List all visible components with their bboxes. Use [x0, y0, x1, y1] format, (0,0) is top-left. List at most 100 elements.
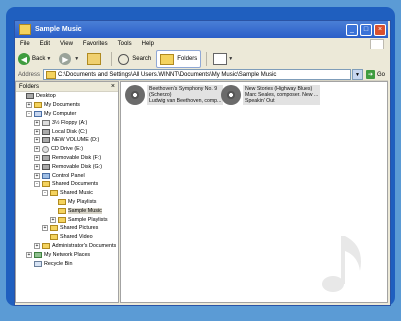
close-icon[interactable]: ×	[111, 83, 115, 90]
search-label: Search	[132, 56, 152, 62]
tree-item-icon	[42, 172, 50, 179]
toolbar-separator	[206, 52, 208, 66]
address-dropdown-button[interactable]: ▼	[351, 69, 363, 80]
tree-item[interactable]: Sample Music	[16, 206, 118, 215]
music-file-icon	[125, 85, 145, 105]
address-bar: Address C:\Documents and Settings\All Us…	[15, 69, 388, 81]
tree-item-icon	[34, 260, 42, 267]
expand-icon[interactable]: +	[26, 251, 32, 258]
tree-item-label: Removable Disk (F:)	[52, 154, 102, 161]
go-label: Go	[376, 71, 385, 78]
tree-item[interactable]: + Local Disk (C:)	[16, 127, 118, 136]
tree-item[interactable]: + My Documents	[16, 101, 118, 110]
tree-item-icon	[42, 137, 50, 144]
expand-icon[interactable]: +	[34, 119, 40, 126]
menu-favorites[interactable]: Favorites	[78, 41, 113, 47]
tree-item-label: Sample Music	[68, 207, 102, 214]
tree-item[interactable]: + Administrator's Documents	[16, 242, 118, 251]
tree-item-label: Control Panel	[52, 172, 85, 179]
tree-item[interactable]: My Playlists	[16, 198, 118, 207]
tree-item[interactable]: + Control Panel	[16, 171, 118, 180]
views-button[interactable]: ▼	[210, 51, 236, 67]
address-label: Address	[18, 71, 41, 78]
tree-item-icon	[34, 102, 42, 109]
go-button[interactable]: ➔ Go	[365, 70, 385, 79]
menu-edit[interactable]: Edit	[35, 41, 55, 47]
folders-pane: Folders × Desktop + My Documents - My Comput…	[15, 81, 119, 303]
file-item-beethoven[interactable]: Beethoven's Symphony No. 9 (Scherzo) Lud…	[125, 85, 224, 107]
expand-icon[interactable]: +	[34, 172, 40, 179]
tree-item[interactable]: + CD Drive (E:)	[16, 145, 118, 154]
tree-item-icon	[34, 251, 42, 258]
collapse-icon[interactable]: -	[26, 110, 32, 117]
file-artist: Speakin' Out	[245, 98, 275, 104]
tree-item[interactable]: + Removable Disk (F:)	[16, 154, 118, 163]
tree-item-icon	[42, 163, 50, 170]
tree-item[interactable]: Desktop	[16, 92, 118, 101]
collapse-icon[interactable]: -	[34, 181, 40, 188]
tree-item-icon	[42, 145, 49, 153]
tree-item-icon	[58, 207, 66, 214]
file-item-new-stories[interactable]: New Stories (Highway Blues) Marc Seales,…	[221, 85, 321, 107]
collapse-icon[interactable]: -	[42, 190, 48, 197]
tree-item-icon	[42, 154, 50, 161]
chevron-down-icon[interactable]: ▼	[46, 56, 51, 62]
up-button[interactable]	[84, 51, 106, 67]
title-bar[interactable]: Sample Music _ □ ×	[15, 21, 388, 38]
file-artist: Ludwig van Beethoven, comp...	[149, 98, 222, 104]
tree-item[interactable]: + Removable Disk (G:)	[16, 162, 118, 171]
tree-item-icon	[50, 225, 58, 232]
tree-item[interactable]: +3½ Floppy (A:)	[16, 118, 118, 127]
address-input[interactable]: C:\Documents and Settings\All Users.WINN…	[43, 69, 351, 80]
tree-item[interactable]: Shared Video	[16, 233, 118, 242]
close-button[interactable]: ×	[374, 23, 386, 36]
menu-view[interactable]: View	[55, 41, 78, 47]
forward-button[interactable]: ▶ ▼	[56, 51, 82, 67]
tree-item-label: 3½ Floppy (A:)	[52, 119, 88, 126]
menu-tools[interactable]: Tools	[113, 41, 137, 47]
toolbar: ◀ Back ▼ ▶ ▼ Search Folders ▼	[15, 49, 388, 70]
file-info: Beethoven's Symphony No. 9 (Scherzo) Lud…	[147, 85, 224, 105]
tree-item-label: Local Disk (C:)	[52, 128, 88, 135]
tree-item-label: Shared Pictures	[60, 225, 99, 232]
minimize-button[interactable]: _	[346, 23, 358, 36]
expand-icon[interactable]: +	[34, 242, 40, 249]
chevron-down-icon[interactable]: ▼	[228, 56, 233, 62]
tree-item[interactable]: Recycle Bin	[16, 259, 118, 268]
search-button[interactable]: Search	[115, 51, 154, 67]
address-value: C:\Documents and Settings\All Users.WINN…	[58, 71, 277, 78]
expand-icon[interactable]: +	[34, 128, 40, 135]
expand-icon[interactable]: +	[50, 216, 56, 223]
menu-file[interactable]: File	[15, 41, 35, 47]
expand-icon[interactable]: +	[34, 137, 40, 144]
tree-item-icon	[34, 110, 42, 117]
tree-item[interactable]: + NEW VOLUME (D:)	[16, 136, 118, 145]
tree-item-icon	[58, 216, 66, 223]
go-arrow-icon: ➔	[365, 70, 375, 79]
expand-icon[interactable]: +	[42, 225, 48, 232]
tree-item[interactable]: - My Computer	[16, 110, 118, 119]
tree-item[interactable]: + Shared Pictures	[16, 224, 118, 233]
forward-arrow-icon: ▶	[59, 53, 72, 65]
expand-icon[interactable]: +	[26, 102, 32, 109]
folders-button[interactable]: Folders	[156, 50, 202, 68]
music-file-icon	[221, 85, 241, 105]
tree-item-label: CD Drive (E:)	[51, 146, 84, 153]
back-arrow-icon: ◀	[18, 53, 30, 65]
expand-icon[interactable]: +	[34, 163, 40, 170]
back-button[interactable]: ◀ Back ▼	[15, 51, 54, 67]
chevron-down-icon[interactable]: ▼	[74, 56, 79, 62]
folder-tree: Desktop + My Documents - My Computer +3½ Flop…	[16, 92, 118, 268]
search-icon	[118, 53, 130, 65]
tree-item-label: My Computer	[44, 110, 77, 117]
menu-help[interactable]: Help	[137, 41, 159, 47]
maximize-button[interactable]: □	[360, 23, 372, 36]
tree-item[interactable]: + Sample Playlists	[16, 215, 118, 224]
expand-icon[interactable]: +	[34, 146, 40, 153]
tree-item-label: My Playlists	[68, 198, 97, 205]
tree-item[interactable]: - Shared Documents	[16, 180, 118, 189]
tree-item[interactable]: - Shared Music	[16, 189, 118, 198]
tree-item-label: Recycle Bin	[44, 260, 73, 267]
expand-icon[interactable]: +	[34, 154, 40, 161]
tree-item[interactable]: + My Network Places	[16, 250, 118, 259]
